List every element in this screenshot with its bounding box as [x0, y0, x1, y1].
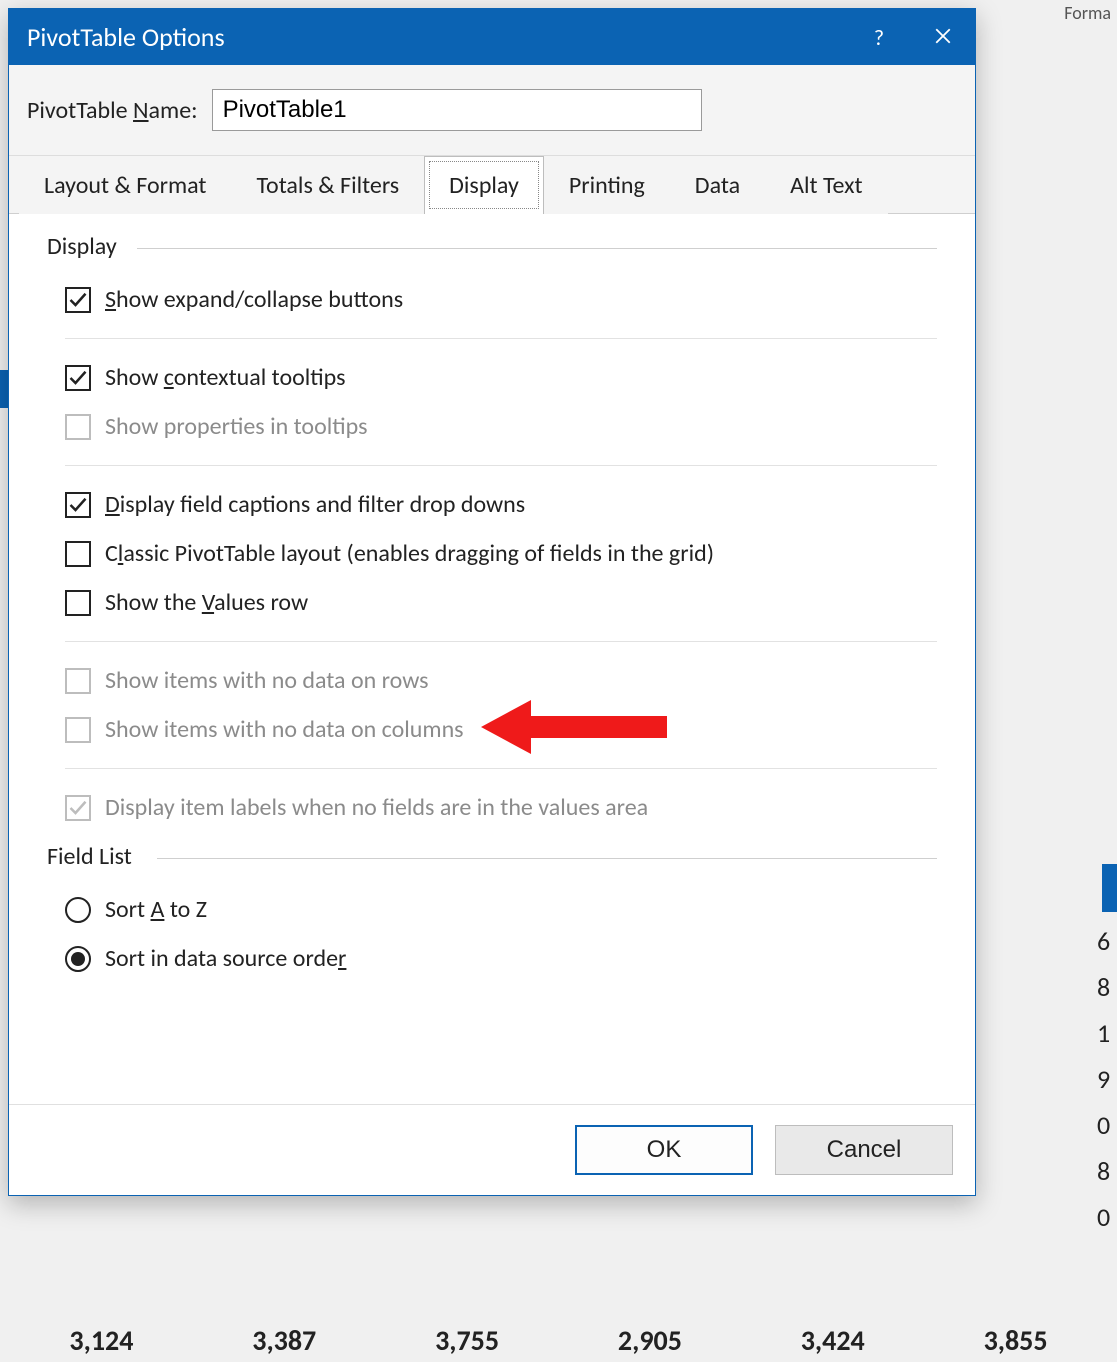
bg-selected-cell-right	[1102, 864, 1117, 912]
separator	[65, 768, 937, 769]
opt-show-items-no-data-columns: Show items with no data on columns	[47, 705, 937, 754]
tab-totals-filters[interactable]: Totals & Filters	[231, 156, 424, 214]
radio-sort-a-to-z[interactable]: Sort A to Z	[47, 885, 937, 934]
opt-label: Show items with no data on columns	[105, 715, 464, 744]
opt-classic-layout[interactable]: Classic PivotTable layout (enables dragg…	[47, 529, 937, 578]
group-display: Display Show expand/collapse buttons Sho…	[47, 232, 937, 832]
opt-label: Show expand/collapse buttons	[105, 285, 403, 314]
opt-label: Show items with no data on rows	[105, 666, 429, 695]
close-button[interactable]	[911, 9, 975, 65]
checkbox-icon	[65, 541, 91, 567]
checkbox-icon	[65, 287, 91, 313]
dialog-title: PivotTable Options	[27, 21, 847, 53]
bg-side-digits: 6 8 1 9 0 8 0	[1097, 918, 1117, 1240]
checkbox-icon	[65, 414, 91, 440]
opt-show-expand-collapse[interactable]: Show expand/collapse buttons	[47, 275, 937, 324]
radio-sort-data-source-order[interactable]: Sort in data source order	[47, 934, 937, 983]
checkbox-icon	[65, 795, 91, 821]
checkbox-icon	[65, 365, 91, 391]
bg-bottom-row: 3,124 3,387 3,755 2,905 3,424 3,855	[0, 1323, 1117, 1358]
opt-label: Show contextual tooltips	[105, 363, 346, 392]
group-field-list: Field List Sort A to Z Sort in data sour…	[47, 842, 937, 983]
tab-layout-format[interactable]: Layout & Format	[19, 156, 231, 214]
group-fieldlist-title: Field List	[47, 842, 937, 871]
name-row: PivotTable Name:	[9, 65, 975, 156]
help-icon: ?	[874, 24, 884, 51]
radio-label: Sort in data source order	[105, 944, 346, 973]
opt-show-contextual-tooltips[interactable]: Show contextual tooltips	[47, 353, 937, 402]
opt-label: Show the Values row	[105, 588, 308, 617]
pivottable-name-label: PivotTable Name:	[27, 96, 198, 125]
separator	[65, 338, 937, 339]
checkbox-icon	[65, 668, 91, 694]
pivottable-options-dialog: PivotTable Options ? PivotTable Name: La…	[8, 8, 976, 1196]
radio-icon	[65, 897, 91, 923]
checkbox-icon	[65, 590, 91, 616]
tab-printing[interactable]: Printing	[544, 156, 670, 214]
radio-icon	[65, 946, 91, 972]
opt-show-values-row[interactable]: Show the Values row	[47, 578, 937, 627]
opt-display-item-labels-empty-values: Display item labels when no fields are i…	[47, 783, 937, 832]
tabs: Layout & Format Totals & Filters Display…	[9, 156, 975, 214]
bg-ribbon-fragment: Forma	[1058, 0, 1117, 26]
tab-alt-text[interactable]: Alt Text	[765, 156, 888, 214]
ok-button[interactable]: OK	[575, 1125, 753, 1175]
opt-label: Display field captions and filter drop d…	[105, 490, 525, 519]
separator	[65, 641, 937, 642]
radio-label: Sort A to Z	[105, 895, 207, 924]
help-button[interactable]: ?	[847, 9, 911, 65]
opt-show-items-no-data-rows: Show items with no data on rows	[47, 656, 937, 705]
tab-data[interactable]: Data	[670, 156, 765, 214]
pivottable-name-input[interactable]	[212, 89, 702, 131]
group-display-title: Display	[47, 232, 937, 261]
cancel-button[interactable]: Cancel	[775, 1125, 953, 1175]
separator	[65, 465, 937, 466]
checkbox-icon	[65, 717, 91, 743]
opt-label: Display item labels when no fields are i…	[105, 793, 648, 822]
checkbox-icon	[65, 492, 91, 518]
opt-label: Classic PivotTable layout (enables dragg…	[105, 539, 714, 568]
opt-label: Show properties in tooltips	[105, 412, 368, 441]
panel-display: Display Show expand/collapse buttons Sho…	[9, 214, 975, 1104]
opt-show-properties-tooltips: Show properties in tooltips	[47, 402, 937, 451]
opt-display-field-captions[interactable]: Display field captions and filter drop d…	[47, 480, 937, 529]
close-icon	[934, 24, 952, 51]
dialog-footer: OK Cancel	[9, 1104, 975, 1195]
tab-display[interactable]: Display	[424, 156, 544, 214]
titlebar: PivotTable Options ?	[9, 9, 975, 65]
